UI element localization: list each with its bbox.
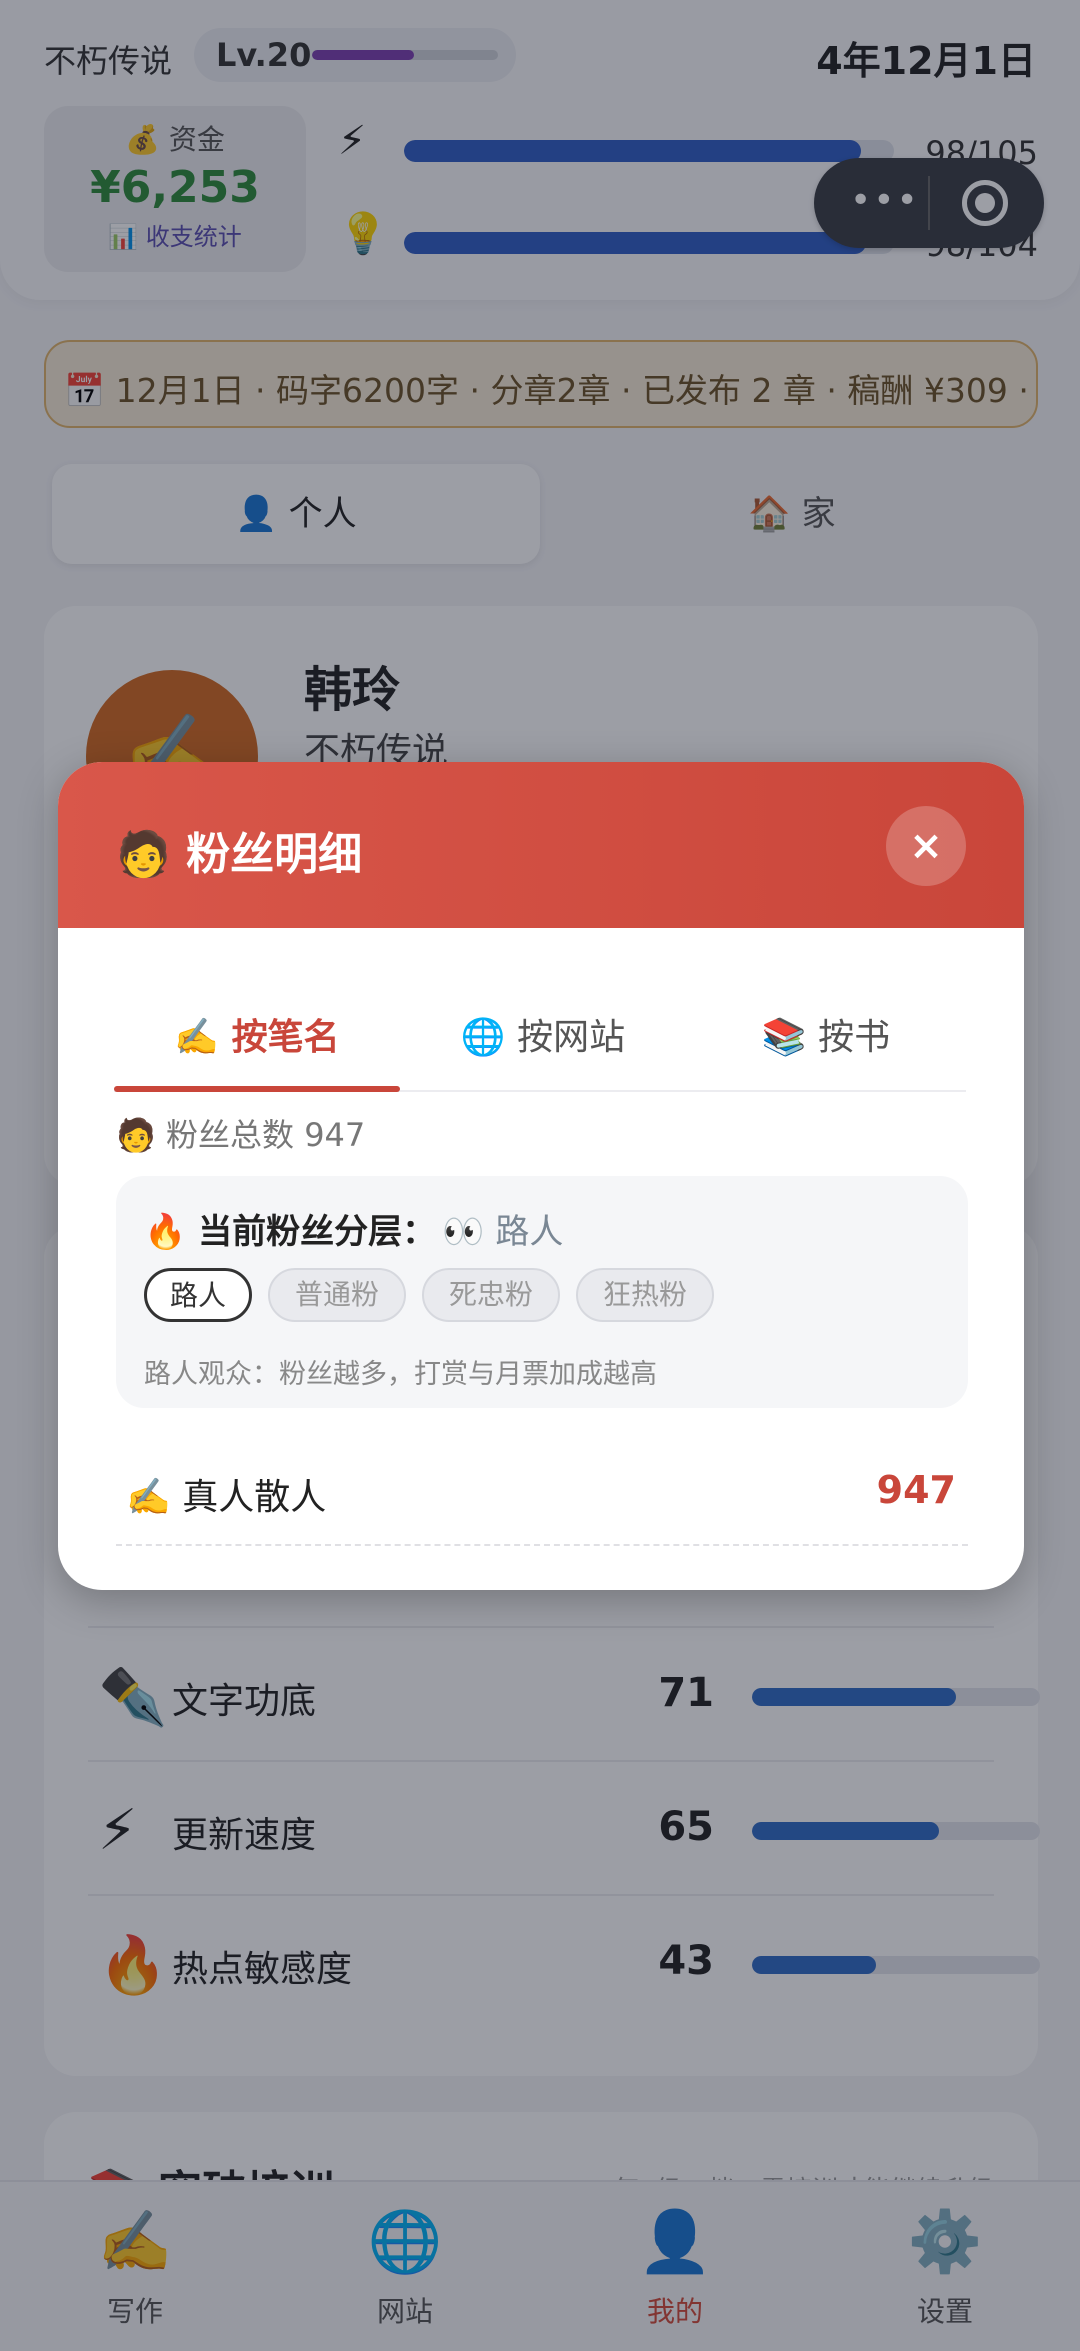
tab-by-website[interactable]: 🌐 按网站 bbox=[400, 1008, 686, 1090]
fan-source-count: 947 bbox=[876, 1468, 956, 1512]
layer-chip-loyal[interactable]: 死忠粉 bbox=[422, 1268, 560, 1322]
fans-total: 🧑 粉丝总数 947 bbox=[116, 1116, 366, 1154]
fan-layer-current: 👀 路人 bbox=[442, 1212, 564, 1252]
fan-layer-title: 🔥 当前粉丝分层： 👀 路人 bbox=[144, 1204, 563, 1253]
fan-layer-box: 🔥 当前粉丝分层： 👀 路人 路人 普通粉 死忠粉 狂热粉 路人观众：粉丝越多，打… bbox=[116, 1176, 968, 1408]
layer-chip-fanatic[interactable]: 狂热粉 bbox=[576, 1268, 714, 1322]
fan-layer-label: 🔥 当前粉丝分层： bbox=[144, 1212, 437, 1252]
active-tab-indicator bbox=[114, 1086, 400, 1092]
fans-detail-modal: 🧑 粉丝明细 × ✍️ 按笔名 🌐 按网站 📚 按书 🧑 粉丝总数 947 🔥 … bbox=[58, 762, 1024, 1590]
modal-header: 🧑 粉丝明细 × bbox=[58, 762, 1024, 928]
tab-by-penname[interactable]: ✍️ 按笔名 bbox=[114, 1008, 400, 1090]
layer-chip-regular[interactable]: 普通粉 bbox=[268, 1268, 406, 1322]
close-button[interactable]: × bbox=[886, 806, 966, 886]
fan-source-name: ✍️ 真人散人 bbox=[126, 1477, 327, 1518]
tab-by-book[interactable]: 📚 按书 bbox=[686, 1008, 966, 1090]
fans-filter-tabs: ✍️ 按笔名 🌐 按网站 📚 按书 bbox=[114, 1008, 966, 1092]
layer-chip-passerby[interactable]: 路人 bbox=[144, 1268, 252, 1322]
modal-title: 🧑 粉丝明细 bbox=[116, 829, 363, 880]
fan-layer-description: 路人观众：粉丝越多，打赏与月票加成越高 bbox=[144, 1359, 657, 1390]
list-item[interactable]: ✍️ 真人散人 947 bbox=[116, 1436, 968, 1546]
